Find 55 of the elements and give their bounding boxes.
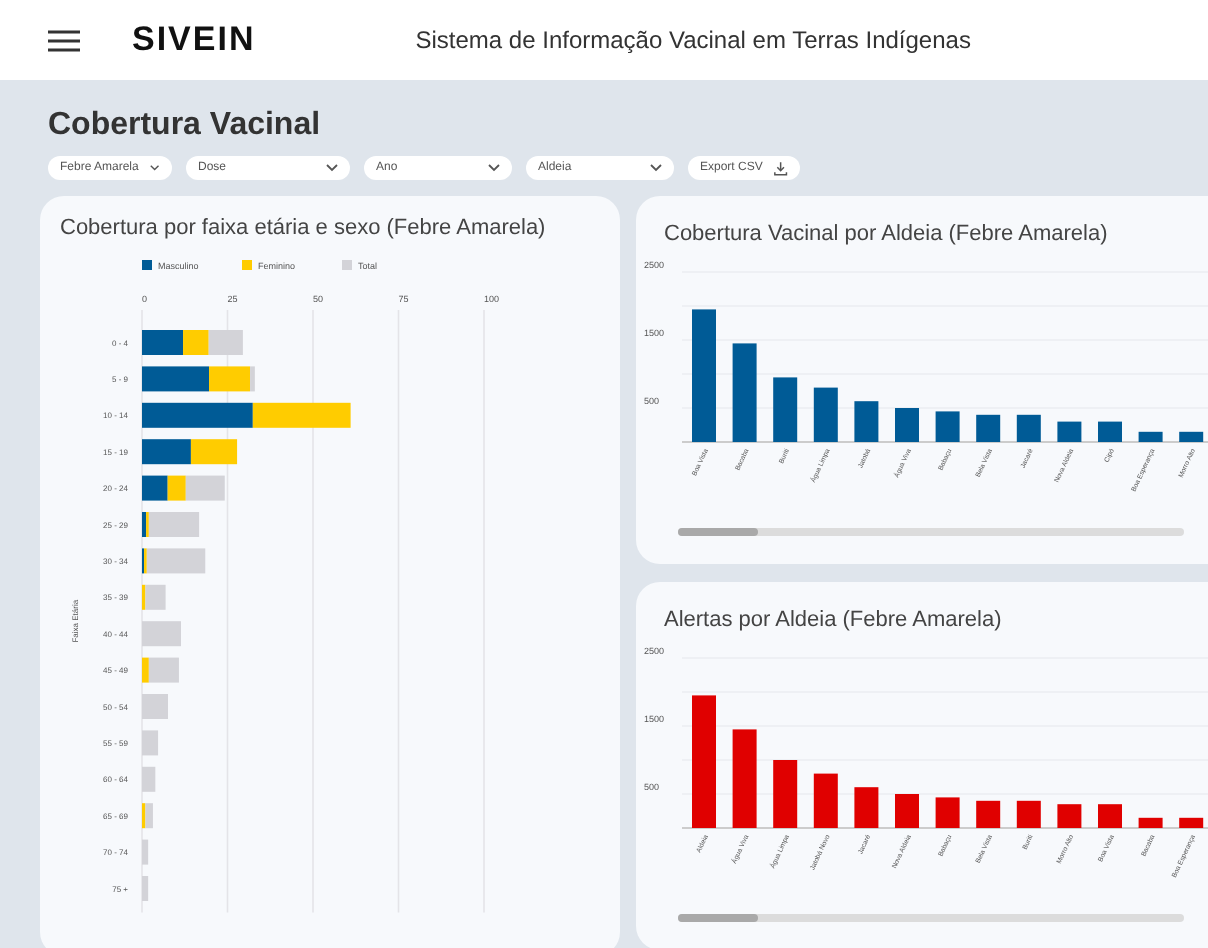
caret-icon [650, 164, 662, 172]
legend-swatch [142, 260, 152, 270]
bar [142, 694, 168, 719]
bar [732, 343, 757, 442]
bar [935, 797, 960, 828]
bar [142, 439, 191, 465]
bar [252, 402, 351, 428]
scrollbar[interactable] [678, 914, 1184, 922]
bar [895, 408, 919, 442]
caret-icon [488, 164, 500, 172]
download-icon [774, 161, 788, 175]
bar [976, 414, 1001, 442]
bar [773, 760, 798, 828]
caret-icon [326, 164, 338, 172]
bar [1138, 817, 1163, 828]
bar [142, 730, 159, 756]
bar [1138, 431, 1163, 442]
bar [190, 439, 238, 465]
app-title: Sistema de Informação Vacinal em Terras Indígenas [415, 26, 971, 54]
chart-title: Alertas por Aldeia (Febre Amarela) [662, 606, 1004, 632]
legend-swatch [342, 260, 352, 270]
app-logo: SIVEIN [132, 20, 256, 60]
bar [813, 387, 838, 442]
bar [895, 794, 919, 828]
bar [976, 800, 1001, 828]
bar [208, 330, 243, 355]
bar [813, 773, 838, 828]
chart-title: Cobertura por faixa etária e sexo (Febre Amarela) [58, 214, 548, 240]
bar [854, 787, 879, 828]
bar [142, 766, 156, 792]
bar [142, 621, 181, 647]
menu-icon[interactable] [48, 29, 80, 51]
bar [1179, 431, 1204, 442]
caret-icon [150, 164, 160, 172]
bar [1057, 804, 1082, 828]
legend-swatch [242, 260, 252, 270]
bar [732, 729, 757, 828]
page-title: Cobertura Vacinal [48, 108, 323, 144]
scrollbar[interactable] [678, 528, 1184, 536]
bar [773, 377, 798, 442]
bar [854, 401, 879, 442]
bar [1057, 421, 1082, 442]
chart-title: Cobertura Vacinal por Aldeia (Febre Amarela) [662, 220, 1110, 246]
bar [1016, 414, 1041, 442]
bar [692, 309, 716, 442]
bar [1179, 817, 1204, 828]
bar [142, 402, 253, 428]
bar [142, 839, 149, 865]
bar [935, 411, 960, 442]
bar [142, 876, 149, 901]
bar [1016, 800, 1041, 828]
bar [142, 475, 168, 501]
bar [1098, 421, 1122, 442]
bar [692, 695, 716, 828]
bar [1098, 804, 1122, 828]
